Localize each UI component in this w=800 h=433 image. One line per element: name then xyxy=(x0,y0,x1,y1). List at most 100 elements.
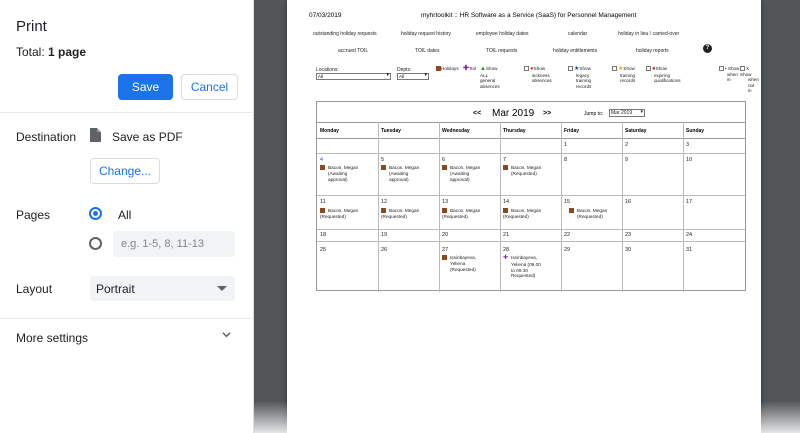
holiday-event[interactable]: Bacon, Megan (Awaiting approval) xyxy=(320,165,368,182)
pages-custom-input[interactable] xyxy=(113,231,235,257)
day-number[interactable]: 28 xyxy=(503,247,509,253)
checkbox[interactable] xyxy=(740,66,745,71)
holiday-event[interactable]: Issinbayeva, Yeliena (Requested) xyxy=(442,255,490,272)
day-number[interactable]: 2 xyxy=(625,142,628,148)
chevron-down-icon[interactable] xyxy=(222,330,231,339)
holiday-event[interactable]: Bacon, Megan (Requested) xyxy=(569,208,617,220)
holiday-event[interactable]: Bacon, Megan (Requested) xyxy=(320,208,368,220)
grid-line xyxy=(683,122,684,292)
legend-show-when-not-in[interactable]: X Show when not in xyxy=(740,66,761,94)
day-number[interactable]: 31 xyxy=(686,247,692,253)
day-number[interactable]: 17 xyxy=(686,199,692,205)
day-number[interactable]: 23 xyxy=(625,232,631,238)
day-number[interactable]: 5 xyxy=(381,157,384,163)
checkbox[interactable] xyxy=(719,66,724,71)
day-number[interactable]: 21 xyxy=(503,232,509,238)
legend-show-when-in[interactable]: • Show when in xyxy=(719,66,739,83)
checkbox[interactable] xyxy=(524,66,529,71)
holiday-swatch-icon xyxy=(320,208,325,213)
save-button[interactable]: Save xyxy=(118,74,173,100)
holiday-event[interactable]: Bacon, Megan (Awaiting approval) xyxy=(442,165,490,182)
weekday-label: Saturday xyxy=(625,128,647,134)
day-number[interactable]: 6 xyxy=(442,157,445,163)
nav-link[interactable]: holiday entitlements xyxy=(553,48,597,54)
day-number[interactable]: 29 xyxy=(564,247,570,253)
legend-sickness-absences[interactable]: ●Show sickness absences xyxy=(524,66,552,84)
checkbox[interactable] xyxy=(612,66,617,71)
pages-all-radio[interactable] xyxy=(89,207,102,220)
weekday-header: Monday Tuesday Wednesday Thursday Friday… xyxy=(317,122,745,139)
file-icon xyxy=(90,128,101,142)
grid-line xyxy=(622,122,623,292)
jump-to-select[interactable]: Mar 2019 xyxy=(609,109,645,117)
nav-link[interactable]: holiday request history xyxy=(401,31,451,37)
day-number[interactable]: 14 xyxy=(503,199,509,205)
nav-link[interactable]: holiday reports xyxy=(636,48,669,54)
day-number[interactable]: 30 xyxy=(625,247,631,253)
cancel-button[interactable]: Cancel xyxy=(181,74,238,100)
page-title: myhrtoolkit :: HR Software as a Service … xyxy=(421,12,637,19)
day-number[interactable]: 18 xyxy=(320,232,326,238)
day-number[interactable]: 4 xyxy=(320,157,323,163)
day-number[interactable]: 13 xyxy=(442,199,448,205)
day-number[interactable]: 12 xyxy=(381,199,387,205)
nav-link[interactable]: outstanding holiday requests xyxy=(313,31,377,37)
nav-link[interactable]: calendar xyxy=(568,31,587,37)
checkbox[interactable] xyxy=(646,66,651,71)
day-number[interactable]: 16 xyxy=(625,199,631,205)
day-number[interactable]: 11 xyxy=(320,199,326,205)
layout-select[interactable]: Portrait xyxy=(90,276,235,301)
toil-event[interactable]: ✚ Issinbayeva, Yeliena (09.00 to 09.30 Reque… xyxy=(503,255,559,279)
day-number[interactable]: 8 xyxy=(564,157,567,163)
jump-to-label: Jump to: xyxy=(584,111,604,117)
legend-training-records[interactable]: ★Show training records xyxy=(612,66,635,84)
day-number[interactable]: 19 xyxy=(381,232,387,238)
legend-general-absences[interactable]: ▲Show ALL general absences xyxy=(480,66,500,89)
day-number[interactable]: 25 xyxy=(320,247,326,253)
checkbox[interactable] xyxy=(568,66,573,71)
change-destination-button[interactable]: Change... xyxy=(90,158,160,184)
day-number[interactable]: 9 xyxy=(625,157,628,163)
print-preview-area[interactable]: 07/03/2019 myhrtoolkit :: HR Software as… xyxy=(254,0,800,433)
holiday-event[interactable]: Bacon, Megan (Requested) xyxy=(503,165,551,177)
calendar: << Mar 2019 >> Jump to: Mar 2019 Monday … xyxy=(316,101,746,292)
day-number[interactable]: 3 xyxy=(686,142,689,148)
more-settings-toggle[interactable]: More settings xyxy=(16,331,88,345)
nav-link[interactable]: accrued TOIL xyxy=(338,48,368,54)
nav-link[interactable]: TOIL dates xyxy=(415,48,439,54)
day-number[interactable]: 1 xyxy=(564,142,567,148)
weekday-label: Tuesday xyxy=(381,128,401,134)
day-number[interactable]: 24 xyxy=(686,232,692,238)
holiday-swatch-icon xyxy=(381,208,386,213)
holiday-event[interactable]: Bacon, Megan (Awaiting approval) xyxy=(381,165,429,182)
pages-custom-radio[interactable] xyxy=(89,237,102,250)
depts-select[interactable]: All xyxy=(397,73,429,80)
divider xyxy=(0,318,254,319)
locations-select[interactable]: All xyxy=(316,73,391,80)
holiday-swatch-icon xyxy=(381,165,386,170)
holiday-event[interactable]: Bacon, Megan (Requested) xyxy=(503,208,551,220)
grid-line xyxy=(317,195,745,196)
holiday-event[interactable]: Bacon, Megan (Requested) xyxy=(442,208,490,220)
legend-expiring-qualifications[interactable]: ●Show expiring qualifications xyxy=(646,66,681,84)
holiday-swatch-icon xyxy=(442,208,447,213)
holiday-event[interactable]: Bacon, Megan (Requested) xyxy=(381,208,429,220)
nav-link[interactable]: TOIL requests xyxy=(486,48,517,54)
print-settings-panel: Print Total: 1 page Save Cancel Destinat… xyxy=(0,0,254,433)
day-number[interactable]: 22 xyxy=(564,232,570,238)
day-number[interactable]: 27 xyxy=(442,247,448,253)
prev-month-button[interactable]: << xyxy=(473,110,481,117)
day-number[interactable]: 10 xyxy=(686,157,692,163)
holiday-swatch-icon xyxy=(503,165,508,170)
day-number[interactable]: 15 xyxy=(564,199,570,205)
next-month-button[interactable]: >> xyxy=(543,110,551,117)
question-circle-icon[interactable]: ? xyxy=(703,44,712,53)
day-number[interactable]: 20 xyxy=(442,232,448,238)
destination-label: Destination xyxy=(16,130,77,144)
legend-legacy-training[interactable]: ★Show legacy training records xyxy=(568,66,591,89)
day-number[interactable]: 26 xyxy=(381,247,387,253)
nav-link[interactable]: employee holiday dates xyxy=(476,31,529,37)
day-number[interactable]: 7 xyxy=(503,157,506,163)
nav-link[interactable]: holiday in lieu / carried-over xyxy=(618,31,679,37)
pages-all-label: All xyxy=(118,208,132,222)
